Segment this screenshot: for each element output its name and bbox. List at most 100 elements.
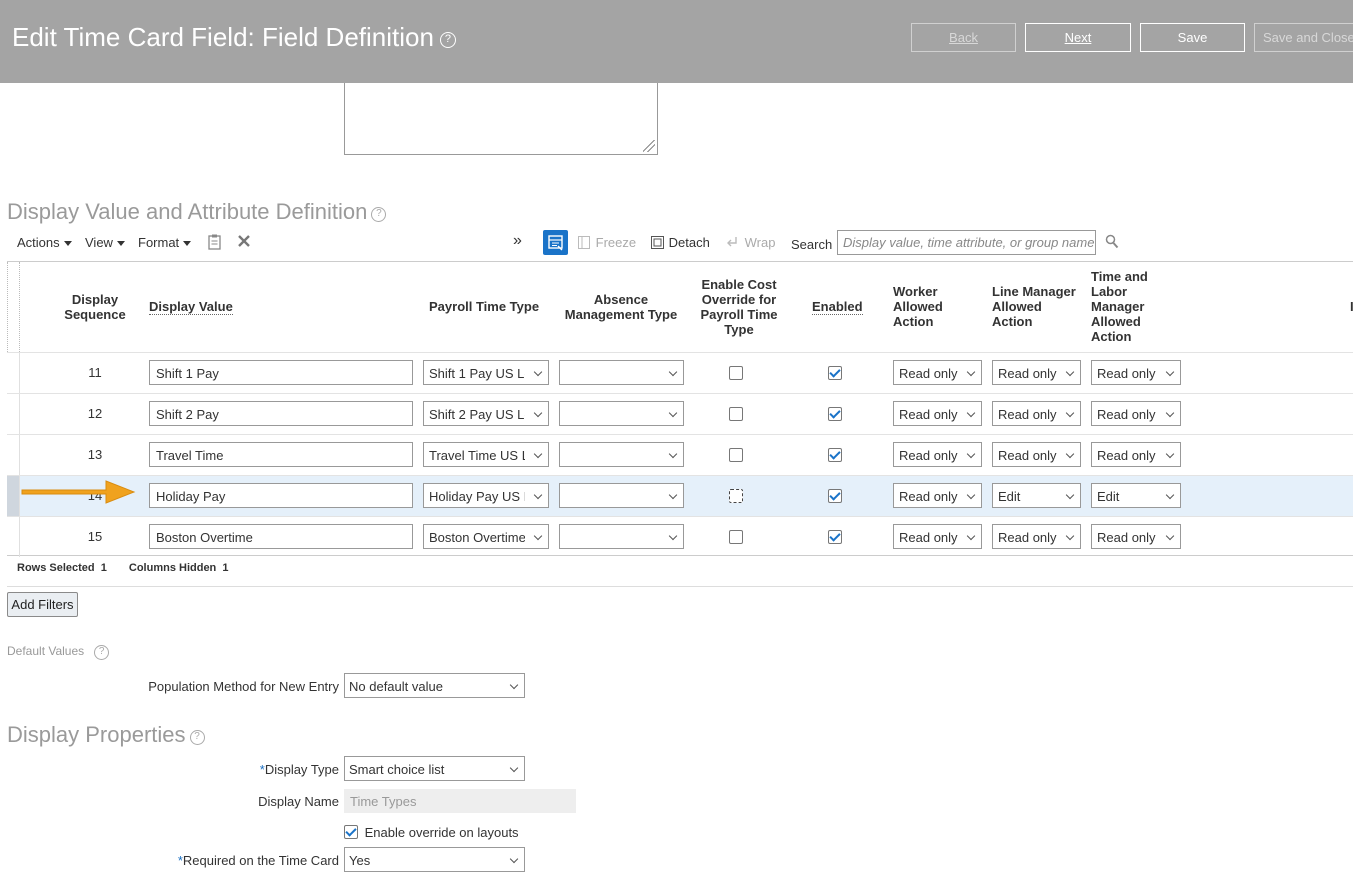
absence-management-type-select[interactable] [559,524,684,549]
back-button[interactable]: Back [911,23,1016,52]
display-value-table: Display Sequence Display Value Payroll Ti… [7,261,1353,557]
table-row[interactable]: 12 Shift 2 Pay Shift 2 Pay US Le Read only R… [7,393,1353,434]
help-icon[interactable]: ? [371,207,387,222]
chevron-down-icon [1065,490,1075,500]
delete-icon[interactable] [237,234,251,251]
display-value-input[interactable]: Shift 2 Pay [149,401,413,426]
time-labor-manager-allowed-action-select[interactable]: Read only [1091,524,1181,549]
chevron-down-icon [668,408,678,418]
worker-allowed-action-select[interactable]: Read only [893,401,982,426]
time-labor-manager-allowed-action-select[interactable]: Read only [1091,360,1181,385]
table-row[interactable]: 11 Shift 1 Pay Shift 1 Pay US Le Read only R… [7,352,1353,393]
help-icon[interactable]: ? [94,645,110,660]
line-manager-allowed-action-select[interactable]: Read only [992,360,1081,385]
absence-management-type-select[interactable] [559,401,684,426]
worker-allowed-action-select[interactable]: Read only [893,442,982,467]
col-enabled[interactable]: Enabled [812,299,863,315]
wrap-button[interactable]: Wrap [727,235,775,250]
format-menu[interactable]: Format [138,235,192,250]
payroll-time-type-select[interactable]: Boston Overtime [423,524,549,549]
table-row[interactable]: 15 Boston Overtime Boston Overtime Read onl… [7,516,1353,557]
row-selector[interactable] [7,353,20,393]
freeze-button[interactable]: Freeze [578,235,636,250]
enable-cost-override-checkbox[interactable] [729,489,743,503]
display-type-select[interactable]: Smart choice list [344,756,525,781]
add-filters-button[interactable]: Add Filters [7,592,78,617]
worker-allowed-action-select[interactable]: Read only [893,524,982,549]
col-display-sequence[interactable]: Display Sequence [59,292,131,322]
absence-management-type-select[interactable] [559,442,684,467]
col-absence-management-type[interactable]: Absence Management Type [559,292,683,322]
col-worker-allowed-action[interactable]: Worker Allowed Action [893,284,943,329]
table-row[interactable]: 13 Travel Time Travel Time US L Read only Re… [7,434,1353,475]
required-on-time-card-select[interactable]: Yes [344,847,525,872]
display-value-input[interactable]: Travel Time [149,442,413,467]
divider [7,586,1353,587]
save-button[interactable]: Save [1140,23,1245,52]
chevron-down-icon [966,408,976,418]
enable-override-checkbox[interactable] [344,825,358,839]
row-selector[interactable] [7,517,20,557]
table-row[interactable]: 14 Holiday Pay Holiday Pay US I Read only Ed… [7,475,1353,516]
population-method-select[interactable]: No default value [344,673,525,698]
description-textarea[interactable] [344,83,658,155]
next-button[interactable]: Next [1025,23,1131,52]
enabled-checkbox[interactable] [828,407,842,421]
time-labor-manager-allowed-action-select[interactable]: Read only [1091,442,1181,467]
absence-management-type-select[interactable] [559,360,684,385]
enabled-checkbox[interactable] [828,448,842,462]
expand-columns-icon[interactable]: » [513,232,522,250]
worker-allowed-action-select[interactable]: Read only [893,483,982,508]
display-value-input[interactable]: Boston Overtime [149,524,413,549]
line-manager-allowed-action-select[interactable]: Edit [992,483,1081,508]
line-manager-allowed-action-select[interactable]: Read only [992,442,1081,467]
column-freeze-icon[interactable] [543,230,568,255]
chevron-down-icon [966,449,976,459]
chevron-down-icon [533,531,543,541]
enable-cost-override-checkbox[interactable] [729,366,743,380]
search-input[interactable]: Display value, time attribute, or group … [837,230,1096,255]
payroll-time-type-select[interactable]: Holiday Pay US I [423,483,549,508]
payroll-time-type-select[interactable]: Shift 1 Pay US Le [423,360,549,385]
col-payroll-time-type[interactable]: Payroll Time Type [429,299,539,314]
col-enable-cost-override[interactable]: Enable Cost Override for Payroll Time Type [689,277,789,337]
resize-handle[interactable] [643,140,655,152]
help-icon[interactable]: ? [189,730,205,745]
section-title-display-value: Display Value and Attribute Definition? [7,199,387,225]
chevron-down-icon [966,367,976,377]
line-manager-allowed-action-select[interactable]: Read only [992,524,1081,549]
help-icon[interactable]: ? [439,32,456,48]
time-labor-manager-allowed-action-select[interactable]: Read only [1091,401,1181,426]
payroll-time-type-select[interactable]: Travel Time US L [423,442,549,467]
detach-button[interactable]: Detach [651,235,710,250]
actions-menu[interactable]: Actions [17,235,72,250]
chevron-down-icon [966,531,976,541]
time-labor-manager-allowed-action-select[interactable]: Edit [1091,483,1181,508]
export-icon[interactable] [208,234,222,253]
payroll-time-type-select[interactable]: Shift 2 Pay US Le [423,401,549,426]
col-time-labor-manager-allowed-action[interactable]: Time and Labor Manager Allowed Action [1091,269,1148,344]
line-manager-allowed-action-select[interactable]: Read only [992,401,1081,426]
chevron-down-icon [1165,449,1175,459]
save-and-close-button[interactable]: Save and Close [1254,23,1353,52]
caret-down-icon [63,241,72,246]
enabled-checkbox[interactable] [828,489,842,503]
display-value-input[interactable]: Holiday Pay [149,483,413,508]
enable-cost-override-checkbox[interactable] [729,407,743,421]
enable-cost-override-checkbox[interactable] [729,448,743,462]
col-line-manager-allowed-action[interactable]: Line Manager Allowed Action [992,284,1076,329]
enable-override-row[interactable]: Enable override on layouts [344,823,519,840]
chevron-down-icon [1165,367,1175,377]
enable-cost-override-checkbox[interactable] [729,530,743,544]
display-value-input[interactable]: Shift 1 Pay [149,360,413,385]
row-selector[interactable] [7,394,20,434]
worker-allowed-action-select[interactable]: Read only [893,360,982,385]
absence-management-type-select[interactable] [559,483,684,508]
enabled-checkbox[interactable] [828,366,842,380]
search-icon[interactable] [1105,234,1119,252]
row-selector[interactable] [7,435,20,475]
enabled-checkbox[interactable] [828,530,842,544]
view-menu[interactable]: View [85,235,125,250]
col-display-value[interactable]: Display Value [149,299,233,315]
chevron-down-icon [533,449,543,459]
